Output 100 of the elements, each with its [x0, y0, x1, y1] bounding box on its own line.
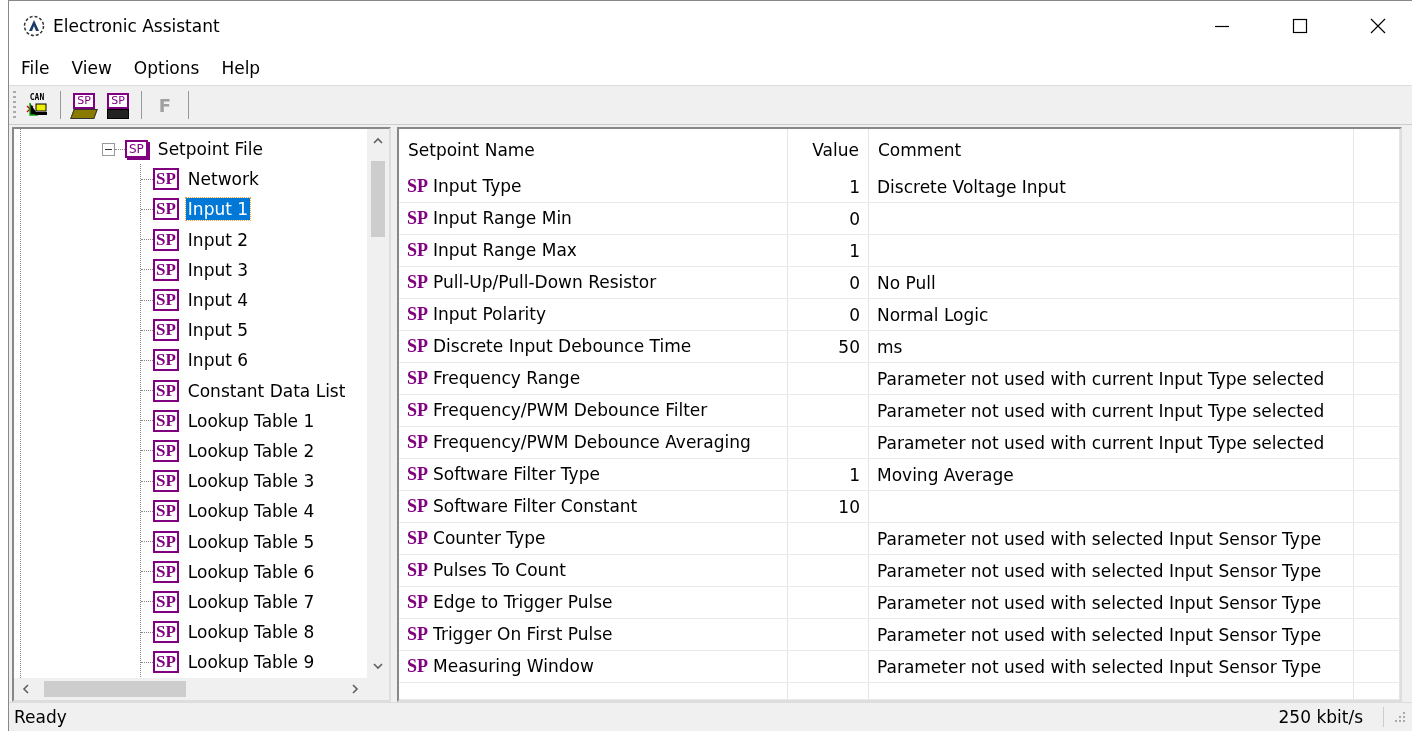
setpoint-comment: Parameter not used with current Input Type selected: [877, 400, 1325, 421]
baud-rate-text: 250 kbit/s: [1278, 707, 1384, 727]
setpoint-comment: ms: [877, 336, 903, 357]
scroll-up-icon[interactable]: [373, 137, 383, 145]
setpoint-icon: SP: [153, 168, 179, 191]
status-text: Ready: [14, 707, 67, 727]
app-logo-icon: [23, 15, 45, 37]
tree-item[interactable]: Setpoint File: [155, 138, 265, 161]
setpoint-icon: SP: [153, 500, 179, 523]
menu-item[interactable]: Help: [221, 58, 261, 78]
tree-item[interactable]: Constant Data List: [185, 379, 348, 402]
setpoint-value: 1: [849, 240, 860, 261]
scroll-thumb[interactable]: [44, 681, 186, 697]
setpoint-icon: SP: [407, 432, 428, 452]
column-header[interactable]: Setpoint Name: [399, 129, 788, 171]
setpoint-icon: SP: [153, 470, 179, 493]
setpoint-value: 50: [838, 336, 860, 357]
setpoint-comment: Parameter not used with current Input Type selected: [877, 432, 1325, 453]
window-title: Electronic Assistant: [53, 16, 220, 36]
tree-item[interactable]: Input 5: [185, 319, 251, 342]
menu-item[interactable]: File: [21, 58, 50, 78]
setpoint-name: Pulses To Count: [433, 560, 566, 580]
tree-item[interactable]: Input 3: [185, 258, 251, 281]
setpoint-icon: SP: [153, 409, 179, 432]
setpoint-icon: SP: [407, 208, 428, 228]
tree-item[interactable]: Lookup Table 7: [185, 590, 317, 613]
setpoint-value: 0: [849, 208, 860, 229]
setpoint-file-icon: SP: [125, 140, 148, 159]
setpoint-value: 10: [838, 496, 860, 517]
save-file-button[interactable]: SP: [103, 90, 133, 120]
tree-item[interactable]: Network: [185, 168, 261, 191]
setpoint-comment: Moving Average: [877, 464, 1014, 485]
scroll-right-icon[interactable]: [351, 684, 359, 694]
column-header[interactable]: Comment: [868, 129, 1354, 171]
open-file-button[interactable]: SP: [69, 90, 99, 120]
close-icon[interactable]: [1370, 18, 1386, 34]
can-network-button[interactable]: CAN: [22, 90, 52, 120]
setpoint-comment: Parameter not used with selected Input Sensor Type: [877, 560, 1322, 581]
setpoint-name: Pull-Up/Pull-Down Resistor: [433, 272, 657, 292]
scroll-down-icon[interactable]: [373, 662, 383, 670]
setpoint-value: 1: [849, 176, 860, 197]
setpoint-icon: SP: [153, 560, 179, 583]
setpoint-comment: Normal Logic: [877, 304, 989, 325]
setpoint-value: 1: [849, 464, 860, 485]
setpoint-icon: SP: [407, 624, 428, 644]
setpoint-icon: SP: [153, 349, 179, 372]
maximize-icon[interactable]: [1292, 18, 1308, 34]
column-header[interactable]: Value: [787, 129, 869, 171]
setpoint-icon: SP: [153, 258, 179, 281]
horizontal-scrollbar[interactable]: [14, 678, 389, 700]
setpoint-icon: SP: [153, 590, 179, 613]
setpoint-name: Software Filter Constant: [433, 496, 638, 516]
setpoint-icon: SP: [407, 272, 428, 292]
setpoint-icon: SP: [407, 176, 428, 196]
tree-item[interactable]: Lookup Table 8: [185, 621, 317, 644]
menu-item[interactable]: View: [71, 58, 112, 78]
setpoint-icon: SP: [153, 439, 179, 462]
tree-item[interactable]: Input 1: [185, 198, 251, 221]
collapse-toggle-icon[interactable]: [102, 142, 115, 156]
setpoint-icon: SP: [153, 651, 179, 674]
setpoint-comment: Parameter not used with selected Input Sensor Type: [877, 528, 1322, 549]
setpoint-icon: SP: [407, 464, 428, 484]
setpoint-icon: SP: [407, 336, 428, 356]
setpoint-name: Trigger On First Pulse: [433, 624, 613, 644]
setpoint-comment: No Pull: [877, 272, 936, 293]
setpoint-icon: SP: [407, 496, 428, 516]
setpoint-name: Frequency Range: [433, 368, 581, 388]
setpoint-icon: SP: [407, 560, 428, 580]
setpoint-name: Edge to Trigger Pulse: [433, 592, 613, 612]
tree-item[interactable]: Input 6: [185, 349, 251, 372]
tree-item[interactable]: Lookup Table 2: [185, 439, 317, 462]
computer-icon: [26, 102, 48, 116]
tree-item[interactable]: Lookup Table 1: [185, 409, 317, 432]
tree-item[interactable]: Input 4: [185, 289, 251, 312]
tree-item[interactable]: Lookup Table 6: [185, 560, 317, 583]
tree-item[interactable]: Lookup Table 4: [185, 500, 317, 523]
setpoint-name: Input Polarity: [433, 304, 547, 324]
vertical-scrollbar[interactable]: [367, 129, 389, 678]
setpoint-icon: SP: [153, 198, 179, 221]
tree-item[interactable]: Lookup Table 5: [185, 530, 317, 553]
setpoint-icon: SP: [407, 400, 428, 420]
tree-item[interactable]: Lookup Table 9: [185, 651, 317, 674]
setpoint-name: Frequency/PWM Debounce Averaging: [433, 432, 751, 452]
setpoint-name: Input Type: [433, 176, 522, 196]
setpoint-comment: Parameter not used with selected Input Sensor Type: [877, 624, 1322, 645]
setpoint-name: Measuring Window: [433, 656, 594, 676]
menu-item[interactable]: Options: [133, 58, 200, 78]
setpoint-comment: Parameter not used with current Input Type selected: [877, 368, 1325, 389]
tree-item[interactable]: Input 2: [185, 228, 251, 251]
setpoint-comment: Discrete Voltage Input: [877, 176, 1066, 197]
scroll-left-icon[interactable]: [22, 684, 30, 694]
setpoint-icon: SP: [407, 368, 428, 388]
scroll-thumb[interactable]: [371, 161, 385, 237]
setpoint-value: 0: [849, 272, 860, 293]
setpoint-icon: SP: [153, 379, 179, 402]
setpoint-comment: Parameter not used with selected Input Sensor Type: [877, 592, 1322, 613]
resize-grip-icon[interactable]: [1394, 711, 1406, 723]
tree-item[interactable]: Lookup Table 3: [185, 470, 317, 493]
setpoint-icon: SP: [407, 592, 428, 612]
setpoint-icon: SP: [407, 528, 428, 548]
